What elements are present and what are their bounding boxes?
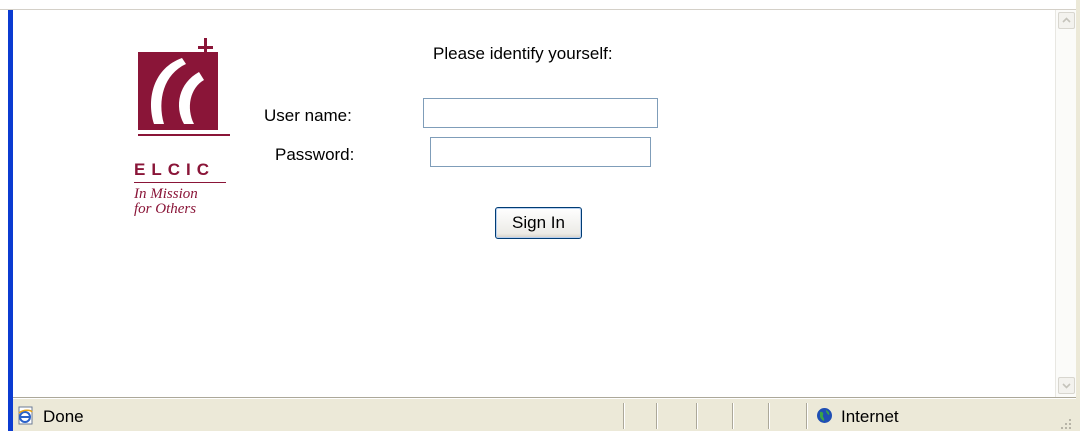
- status-separator: [656, 403, 658, 429]
- security-zone-text: Internet: [841, 407, 899, 426]
- chevron-up-icon: [1062, 17, 1071, 23]
- status-separator: [806, 403, 808, 429]
- username-label: User name:: [264, 106, 352, 125]
- elcic-logo: ELCIC In Mission for Others: [124, 28, 234, 218]
- password-label: Password:: [275, 145, 355, 164]
- window-right-edge: [1076, 0, 1080, 431]
- status-separator: [623, 403, 625, 429]
- elcic-emblem-icon: [138, 38, 230, 136]
- login-prompt: Please identify yourself:: [433, 44, 613, 63]
- chevron-down-icon: [1062, 383, 1071, 389]
- status-separator: [732, 403, 734, 429]
- browser-window: ELCIC In Mission for Others Please ident…: [0, 0, 1080, 431]
- logo-abbreviation: ELCIC: [134, 160, 215, 179]
- scroll-up-button[interactable]: [1058, 12, 1075, 29]
- logo-wordmark: ELCIC In Mission for Others: [134, 160, 234, 217]
- logo-tagline: In Mission for Others: [134, 186, 198, 217]
- username-field[interactable]: [423, 98, 658, 128]
- sign-in-button[interactable]: Sign In: [495, 207, 582, 239]
- status-bar: Done Internet: [13, 398, 1076, 431]
- status-text: Done: [43, 407, 84, 426]
- scroll-down-button[interactable]: [1058, 377, 1075, 394]
- password-field[interactable]: [430, 137, 651, 167]
- ie-page-icon: [18, 406, 33, 425]
- vertical-scrollbar[interactable]: [1055, 10, 1077, 398]
- globe-icon: [817, 408, 832, 423]
- logo-divider: [134, 182, 226, 183]
- status-separator: [696, 403, 698, 429]
- resize-grip-icon[interactable]: [1059, 417, 1073, 431]
- status-separator: [768, 403, 770, 429]
